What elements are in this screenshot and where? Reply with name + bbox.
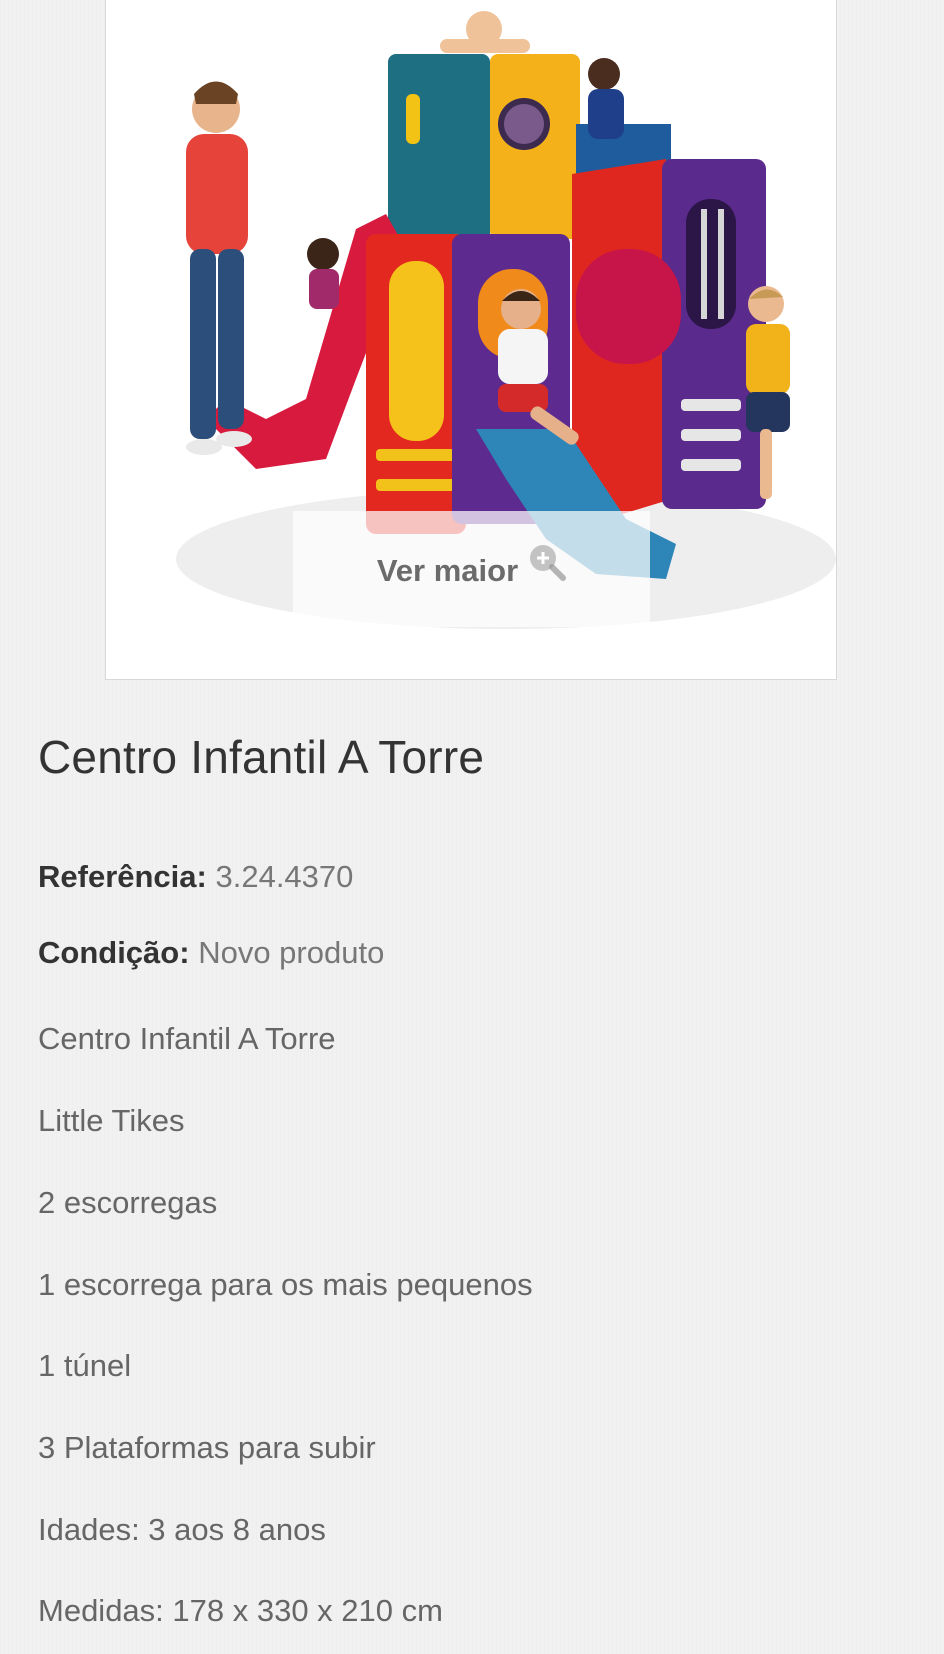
product-condition: Condição: Novo produto (38, 935, 384, 971)
condition-label: Condição: (38, 935, 190, 970)
description-line: 3 Plataformas para subir (38, 1430, 376, 1465)
reference-value: 3.24.4370 (215, 859, 354, 894)
product-title: Centro Infantil A Torre (38, 731, 485, 783)
description-line: 1 túnel (38, 1348, 132, 1383)
description-line: 1 escorrega para os mais pequenos (38, 1267, 533, 1302)
zoom-in-icon (530, 545, 567, 581)
reference-label: Referência: (38, 859, 207, 894)
product-reference: Referência: 3.24.4370 (38, 859, 353, 895)
zoom-label: Ver maior (376, 553, 519, 588)
condition-value: Novo produto (198, 935, 385, 970)
description-line: 2 escorregas (38, 1185, 218, 1220)
description-line: Centro Infantil A Torre (38, 1021, 336, 1056)
product-image-frame[interactable]: Ver maior (105, 0, 837, 680)
description-line: Idades: 3 aos 8 anos (38, 1512, 326, 1547)
zoom-button[interactable]: Ver maior (293, 511, 650, 627)
description-line: Little Tikes (38, 1103, 185, 1138)
description-line: Medidas: 178 x 330 x 210 cm (38, 1593, 443, 1628)
